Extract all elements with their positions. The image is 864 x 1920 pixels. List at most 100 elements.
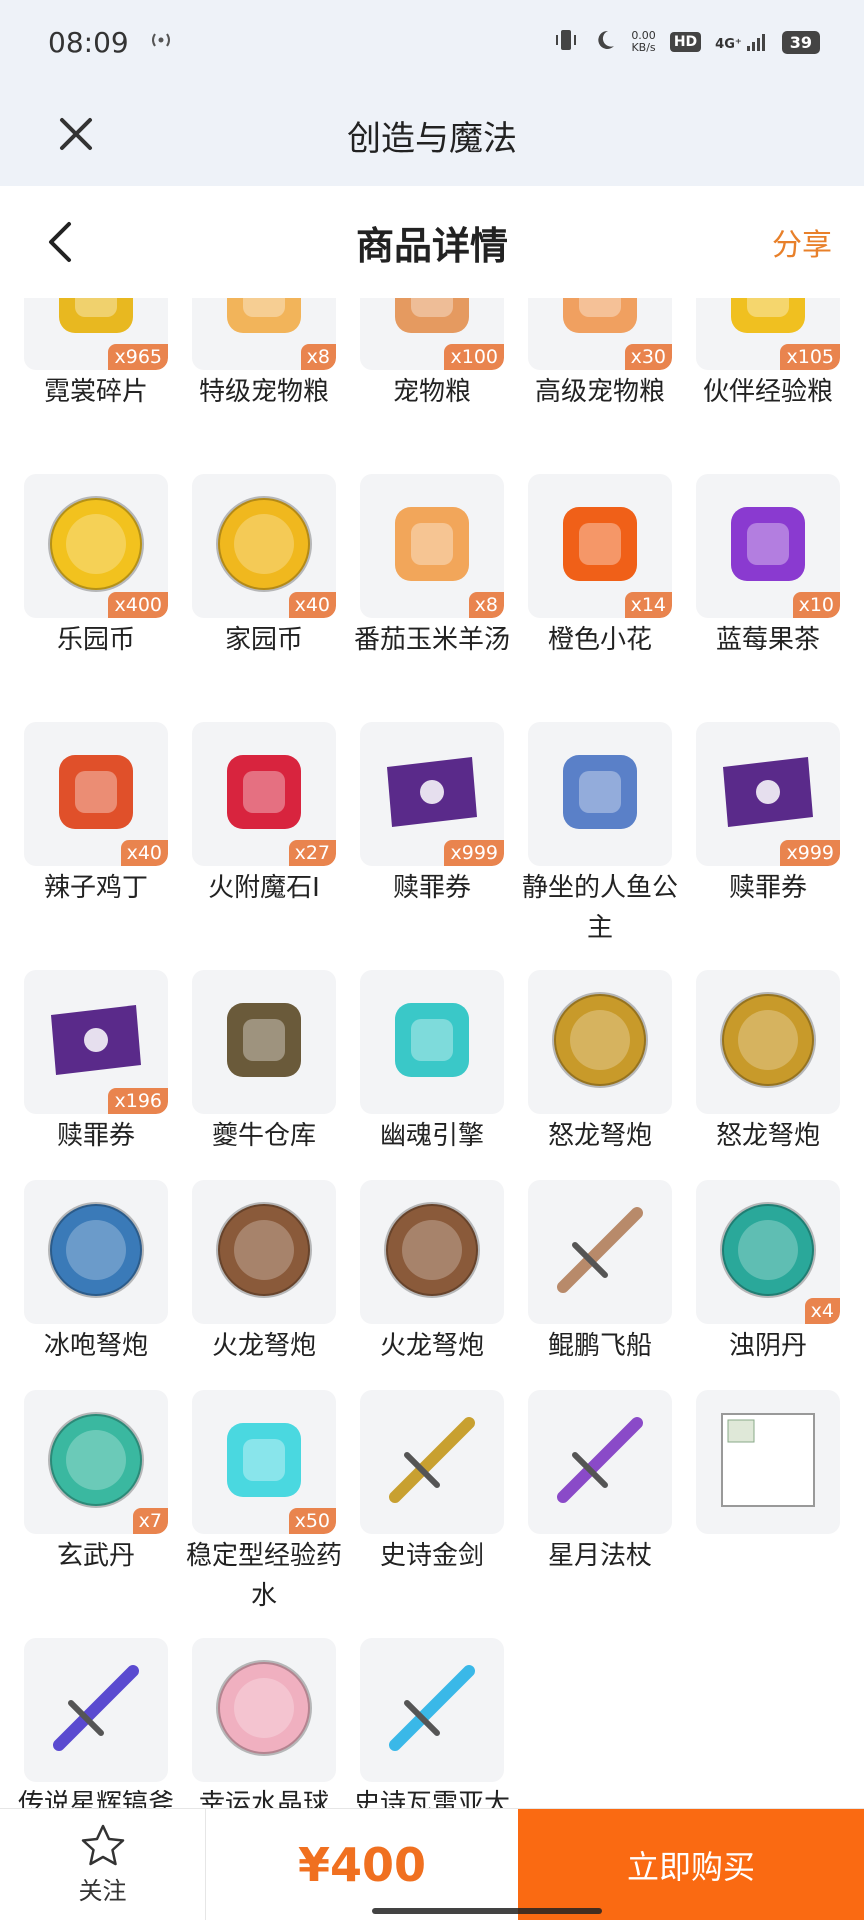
follow-button[interactable]: 关注	[0, 1809, 206, 1920]
item-cell[interactable]: x30 高级宠物粮	[528, 298, 672, 474]
blueberry-tea-icon	[713, 489, 823, 603]
item-cell[interactable]: 幽魂引擎	[360, 970, 504, 1180]
item-thumbnail	[24, 1638, 168, 1782]
quantity-badge: x14	[624, 592, 672, 618]
item-cell[interactable]: x4 浊阴丹	[696, 1180, 840, 1390]
dragon-ballista-icon	[545, 985, 655, 1099]
item-thumbnail: x999	[360, 722, 504, 866]
gold-coin-icon	[209, 489, 319, 603]
quantity-badge: x105	[780, 344, 840, 370]
item-cell[interactable]: 火龙弩炮	[360, 1180, 504, 1390]
item-cell[interactable]: x50 稳定型经验药水	[186, 1390, 342, 1638]
item-cell[interactable]: x8 番茄玉米羊汤	[354, 474, 510, 722]
item-thumbnail: x4	[696, 1180, 840, 1324]
item-cell[interactable]: x7 玄武丹	[24, 1390, 168, 1638]
item-cell[interactable]: 鲲鹏飞船	[528, 1180, 672, 1390]
red-crystal-icon	[209, 737, 319, 851]
item-thumbnail	[528, 970, 672, 1114]
item-cell[interactable]: x40 家园币	[192, 474, 336, 722]
item-thumbnail: x8	[360, 474, 504, 618]
item-name: 辣子鸡丁	[43, 873, 148, 903]
item-thumbnail: x7	[24, 1390, 168, 1534]
item-cell[interactable]: 史诗金剑	[360, 1390, 504, 1638]
quantity-badge: x10	[792, 592, 840, 618]
close-button[interactable]	[52, 110, 100, 158]
app-bar: 创造与魔法	[0, 84, 864, 186]
item-name: 幽魂引擎	[379, 1121, 484, 1151]
quantity-badge: x965	[108, 344, 168, 370]
item-name: 传说星辉镐斧	[17, 1789, 174, 1808]
item-thumbnail: x50	[192, 1390, 336, 1534]
gold-coin-icon	[41, 489, 151, 603]
back-button[interactable]	[36, 218, 84, 266]
quantity-badge: x50	[288, 1508, 336, 1534]
item-cell[interactable]: x14 橙色小花	[528, 474, 672, 722]
item-cell[interactable]: 静坐的人鱼公主	[522, 722, 678, 970]
vibrate-icon	[553, 27, 579, 57]
moon-icon	[593, 28, 617, 56]
item-name: 橙色小花	[547, 625, 652, 655]
item-name: 高级宠物粮	[534, 377, 665, 407]
item-cell[interactable]: 怒龙弩炮	[528, 970, 672, 1180]
item-cell[interactable]: 夔牛仓库	[192, 970, 336, 1180]
follow-label: 关注	[78, 1877, 127, 1905]
item-cell[interactable]: x40 辣子鸡丁	[24, 722, 168, 970]
item-cell[interactable]: x100 宠物粮	[360, 298, 504, 474]
item-thumbnail: x27	[192, 722, 336, 866]
purple-scroll-icon	[713, 747, 823, 841]
item-cell[interactable]: x999 赎罪券	[696, 722, 840, 970]
axe-icon	[41, 1653, 151, 1767]
item-cell[interactable]: x27 火附魔石I	[192, 722, 336, 970]
bottom-action-bar: 关注 ¥400 立即购买	[0, 1808, 864, 1920]
item-name: 火龙弩炮	[379, 1331, 484, 1361]
item-grid-scroll[interactable]: x965 霓裳碎片 x8 特级宠物粮 x100 宠物粮 x30 高级宠物粮 x105 伙伴经验粮 x…	[0, 298, 864, 1808]
quantity-badge: x30	[624, 344, 672, 370]
item-cell[interactable]: x400 乐园币	[24, 474, 168, 722]
item-name: 浊阴丹	[728, 1331, 807, 1361]
item-cell[interactable]: 冰咆弩炮	[24, 1180, 168, 1390]
price: ¥400	[297, 1837, 427, 1892]
fire-ballista-icon	[209, 1195, 319, 1309]
item-name: 静坐的人鱼公主	[521, 873, 678, 943]
speed-unit: KB/s	[631, 41, 656, 54]
quantity-badge: x196	[108, 1088, 168, 1114]
item-name: 特级宠物粮	[198, 377, 329, 407]
item-name: 赎罪券	[392, 873, 471, 903]
quantity-badge: x4	[804, 1298, 840, 1324]
item-name: 赎罪券	[56, 1121, 135, 1151]
item-cell[interactable]: x999 赎罪券	[360, 722, 504, 970]
item-name: 蓝莓果茶	[715, 625, 820, 655]
item-thumbnail: x400	[24, 474, 168, 618]
item-cell[interactable]: 火龙弩炮	[192, 1180, 336, 1390]
item-cell[interactable]: x965 霓裳碎片	[24, 298, 168, 474]
item-thumbnail	[528, 1180, 672, 1324]
mermaid-statue-icon	[545, 737, 655, 851]
item-name: 冰咆弩炮	[43, 1331, 148, 1361]
item-cell[interactable]: x105 伙伴经验粮	[696, 298, 840, 474]
item-cell[interactable]: x10 蓝莓果茶	[696, 474, 840, 722]
item-cell[interactable]: 星月法杖	[528, 1390, 672, 1638]
status-bar: 08:09 0.00 KB/s HD 4G⁺ 39	[0, 0, 864, 84]
item-cell[interactable]: 幸运水晶球	[192, 1638, 336, 1808]
item-cell[interactable]: 史诗瓦雷亚大剑	[354, 1638, 510, 1808]
item-thumbnail: x40	[24, 722, 168, 866]
item-name: 史诗金剑	[379, 1541, 484, 1571]
item-cell[interactable]: 怒龙弩炮	[696, 970, 840, 1180]
close-icon	[60, 118, 92, 150]
item-cell[interactable]: 传说星辉镐斧	[18, 1638, 174, 1808]
broken-image-icon	[720, 1412, 816, 1512]
item-name: 火附魔石I	[208, 873, 320, 903]
item-name: 番茄玉米羊汤	[353, 625, 510, 655]
dragon-ballista-icon	[713, 985, 823, 1099]
share-button[interactable]: 分享	[772, 220, 832, 264]
purple-scroll-icon	[41, 995, 151, 1089]
buy-now-button[interactable]: 立即购买	[518, 1809, 864, 1920]
great-sword-icon	[377, 1653, 487, 1767]
warehouse-icon	[209, 985, 319, 1099]
golden-blade-icon	[377, 1405, 487, 1519]
item-cell[interactable]: x196 赎罪券	[24, 970, 168, 1180]
item-thumbnail	[24, 1180, 168, 1324]
star-icon	[81, 1824, 124, 1866]
item-cell[interactable]: x8 特级宠物粮	[192, 298, 336, 474]
item-cell[interactable]	[696, 1390, 840, 1638]
